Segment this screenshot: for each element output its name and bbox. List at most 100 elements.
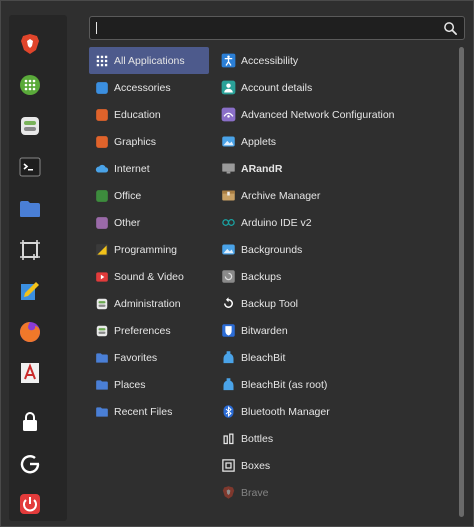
preferences-icon bbox=[95, 324, 109, 338]
screenshot-icon[interactable] bbox=[16, 236, 44, 264]
brave-app-icon bbox=[221, 485, 236, 500]
network-config-icon bbox=[221, 107, 236, 122]
category-list: All Applications Accessories Education Grap… bbox=[89, 47, 209, 425]
font-viewer-icon[interactable] bbox=[16, 359, 44, 387]
app-accessibility[interactable]: Accessibility bbox=[215, 47, 455, 74]
category-label: Recent Files bbox=[114, 405, 173, 418]
category-label: Graphics bbox=[114, 135, 157, 148]
category-programming[interactable]: Programming bbox=[89, 236, 209, 263]
category-label: Favorites bbox=[114, 351, 158, 364]
search-icon[interactable] bbox=[443, 21, 458, 36]
category-accessories[interactable]: Accessories bbox=[89, 74, 209, 101]
app-backup-tool[interactable]: Backup Tool bbox=[215, 290, 455, 317]
bleachbit-root-icon bbox=[221, 377, 236, 392]
app-label: BleachBit (as root) bbox=[241, 378, 328, 391]
app-boxes[interactable]: Boxes bbox=[215, 452, 455, 479]
category-all-applications[interactable]: All Applications bbox=[89, 47, 209, 74]
search-box[interactable] bbox=[89, 16, 465, 40]
accessories-icon bbox=[95, 81, 109, 95]
app-label: BleachBit bbox=[241, 351, 286, 364]
category-label: All Applications bbox=[114, 54, 185, 67]
app-account-details[interactable]: Account details bbox=[215, 74, 455, 101]
search-input[interactable] bbox=[97, 22, 464, 34]
internet-icon bbox=[95, 162, 109, 176]
category-preferences[interactable]: Preferences bbox=[89, 317, 209, 344]
backups-icon bbox=[221, 269, 236, 284]
arandr-icon bbox=[221, 161, 236, 176]
category-label: Education bbox=[114, 108, 161, 121]
app-label: Archive Manager bbox=[241, 189, 321, 202]
app-archive-manager[interactable]: Archive Manager bbox=[215, 182, 455, 209]
app-label: Advanced Network Configuration bbox=[241, 108, 395, 121]
terminal-icon[interactable] bbox=[16, 153, 44, 181]
sound-video-icon bbox=[95, 270, 109, 284]
app-arandr[interactable]: ARandR bbox=[215, 155, 455, 182]
scrollbar-thumb[interactable] bbox=[459, 47, 464, 517]
folder-icon[interactable] bbox=[16, 195, 44, 223]
firefox-icon[interactable] bbox=[16, 318, 44, 346]
app-advanced-network-configuration[interactable]: Advanced Network Configuration bbox=[215, 101, 455, 128]
category-education[interactable]: Education bbox=[89, 101, 209, 128]
app-applets[interactable]: Applets bbox=[215, 128, 455, 155]
app-label: Boxes bbox=[241, 459, 271, 472]
category-label: Office bbox=[114, 189, 142, 202]
app-bitwarden[interactable]: Bitwarden bbox=[215, 317, 455, 344]
education-icon bbox=[95, 108, 109, 122]
app-label: Account details bbox=[241, 81, 313, 94]
other-icon bbox=[95, 216, 109, 230]
category-label: Accessories bbox=[114, 81, 171, 94]
app-label: Bitwarden bbox=[241, 324, 288, 337]
category-administration[interactable]: Administration bbox=[89, 290, 209, 317]
category-label: Preferences bbox=[114, 324, 171, 337]
category-label: Places bbox=[114, 378, 146, 391]
power-icon[interactable] bbox=[16, 490, 44, 518]
app-backgrounds[interactable]: Backgrounds bbox=[215, 236, 455, 263]
recent-files-icon bbox=[95, 405, 109, 419]
bottles-icon bbox=[221, 431, 236, 446]
account-details-icon bbox=[221, 80, 236, 95]
backup-tool-icon bbox=[221, 296, 236, 311]
bitwarden-icon bbox=[221, 323, 236, 338]
programming-icon bbox=[95, 243, 109, 257]
text-editor-icon[interactable] bbox=[16, 277, 44, 305]
category-label: Other bbox=[114, 216, 141, 229]
bleachbit-icon bbox=[221, 350, 236, 365]
app-bleachbit-as-root[interactable]: BleachBit (as root) bbox=[215, 371, 455, 398]
category-favorites[interactable]: Favorites bbox=[89, 344, 209, 371]
app-bluetooth-manager[interactable]: Bluetooth Manager bbox=[215, 398, 455, 425]
graphics-icon bbox=[95, 135, 109, 149]
office-icon bbox=[95, 189, 109, 203]
app-arduino-ide-v2[interactable]: Arduino IDE v2 bbox=[215, 209, 455, 236]
grid-icon bbox=[95, 54, 109, 68]
boxes-icon bbox=[221, 458, 236, 473]
app-label: Brave bbox=[241, 486, 269, 499]
category-internet[interactable]: Internet bbox=[89, 155, 209, 182]
accessibility-icon bbox=[221, 53, 236, 68]
logout-icon[interactable] bbox=[16, 450, 44, 478]
category-recent-files[interactable]: Recent Files bbox=[89, 398, 209, 425]
app-label: Arduino IDE v2 bbox=[241, 216, 312, 229]
calculator-icon[interactable] bbox=[16, 71, 44, 99]
category-sound-video[interactable]: Sound & Video bbox=[89, 263, 209, 290]
app-bleachbit[interactable]: BleachBit bbox=[215, 344, 455, 371]
lock-icon[interactable] bbox=[16, 408, 44, 436]
category-places[interactable]: Places bbox=[89, 371, 209, 398]
category-office[interactable]: Office bbox=[89, 182, 209, 209]
app-label: Backgrounds bbox=[241, 243, 303, 256]
category-graphics[interactable]: Graphics bbox=[89, 128, 209, 155]
category-label: Administration bbox=[114, 297, 181, 310]
settings-toggle-icon[interactable] bbox=[16, 112, 44, 140]
category-other[interactable]: Other bbox=[89, 209, 209, 236]
brave-icon[interactable] bbox=[16, 30, 44, 58]
app-brave[interactable]: Brave bbox=[215, 479, 455, 506]
app-bottles[interactable]: Bottles bbox=[215, 425, 455, 452]
app-backups[interactable]: Backups bbox=[215, 263, 455, 290]
app-label: Backup Tool bbox=[241, 297, 299, 310]
app-label: ARandR bbox=[241, 162, 283, 175]
category-label: Internet bbox=[114, 162, 150, 175]
places-folder-icon bbox=[95, 378, 109, 392]
app-list-scrollbar[interactable] bbox=[459, 47, 464, 517]
category-label: Sound & Video bbox=[114, 270, 184, 283]
applets-icon bbox=[221, 134, 236, 149]
app-label: Bluetooth Manager bbox=[241, 405, 330, 418]
